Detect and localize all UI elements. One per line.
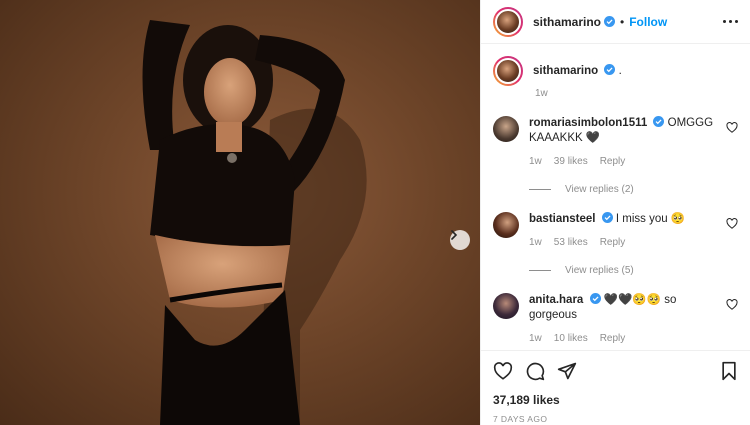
- reply-button[interactable]: Reply: [600, 331, 626, 346]
- more-options-icon[interactable]: [723, 20, 738, 23]
- post-panel: sithamarino • Follow sithamarino . 1w ro…: [480, 0, 750, 425]
- view-replies-button[interactable]: View replies (5): [529, 265, 738, 276]
- post-photo: [0, 0, 480, 425]
- like-comment-heart-icon[interactable]: [726, 299, 738, 310]
- header-separator: •: [620, 14, 625, 29]
- commenter-avatar[interactable]: [493, 293, 519, 319]
- verified-badge-icon: [653, 116, 665, 127]
- commenter-username[interactable]: romariasimbolon1511: [529, 117, 647, 129]
- caption-text: .: [618, 65, 622, 77]
- share-icon[interactable]: [557, 361, 577, 381]
- photo-illustration: [142, 20, 367, 425]
- commenter-username[interactable]: anita.hara: [529, 294, 583, 306]
- verified-badge-icon: [604, 16, 616, 27]
- reply-button[interactable]: Reply: [600, 154, 626, 169]
- view-replies-button[interactable]: View replies (2): [529, 184, 738, 195]
- commenter-username[interactable]: bastiansteel: [529, 213, 595, 225]
- comments-list[interactable]: sithamarino . 1w romariasimbolon1511 OMG…: [481, 56, 750, 348]
- caption-avatar[interactable]: [493, 56, 523, 86]
- comment-item: anita.hara 🖤🖤🥺🥺 so gorgeous 1w 10 likes …: [493, 293, 738, 346]
- post-header: sithamarino • Follow: [481, 0, 750, 44]
- like-comment-heart-icon[interactable]: [726, 218, 738, 229]
- post-actions-section: 37,189 likes 7 DAYS AGO: [481, 350, 750, 425]
- commenter-avatar[interactable]: [493, 116, 519, 142]
- caption-timestamp: 1w: [535, 88, 548, 99]
- author-avatar[interactable]: [493, 6, 523, 37]
- comment-likes[interactable]: 10 likes: [554, 331, 588, 346]
- comment-item: bastiansteel I miss you 🥺 1w 53 likes Re…: [493, 212, 738, 250]
- bookmark-icon[interactable]: [720, 361, 738, 381]
- comment-timestamp[interactable]: 1w: [529, 235, 542, 250]
- view-replies-divider: [529, 270, 551, 271]
- verified-badge-icon: [604, 64, 616, 75]
- comment-icon[interactable]: [525, 361, 545, 381]
- caption-username[interactable]: sithamarino: [533, 65, 598, 77]
- comment-likes[interactable]: 39 likes: [554, 154, 588, 169]
- comment-text: I miss you 🥺: [615, 213, 686, 225]
- like-comment-heart-icon[interactable]: [726, 122, 738, 133]
- follow-button[interactable]: Follow: [629, 15, 667, 29]
- comment-timestamp[interactable]: 1w: [529, 331, 542, 346]
- view-replies-divider: [529, 189, 551, 190]
- verified-badge-icon: [601, 212, 613, 223]
- view-replies-label: View replies (2): [565, 184, 634, 195]
- reply-button[interactable]: Reply: [600, 235, 626, 250]
- commenter-avatar[interactable]: [493, 212, 519, 238]
- verified-badge-icon: [589, 293, 601, 304]
- post-timestamp[interactable]: 7 DAYS AGO: [493, 414, 738, 424]
- next-image-button[interactable]: [450, 230, 470, 250]
- comment-item: romariasimbolon1511 OMGGG KAAAKKK 🖤 1w 3…: [493, 116, 738, 169]
- like-heart-icon[interactable]: [493, 362, 513, 380]
- caption: sithamarino .: [493, 56, 738, 86]
- likes-count[interactable]: 37,189 likes: [493, 393, 738, 407]
- author-username[interactable]: sithamarino: [533, 15, 601, 29]
- view-replies-label: View replies (5): [565, 265, 634, 276]
- chevron-right-icon: [451, 230, 458, 240]
- comment-likes[interactable]: 53 likes: [554, 235, 588, 250]
- post-actions: [493, 351, 738, 391]
- comment-timestamp[interactable]: 1w: [529, 154, 542, 169]
